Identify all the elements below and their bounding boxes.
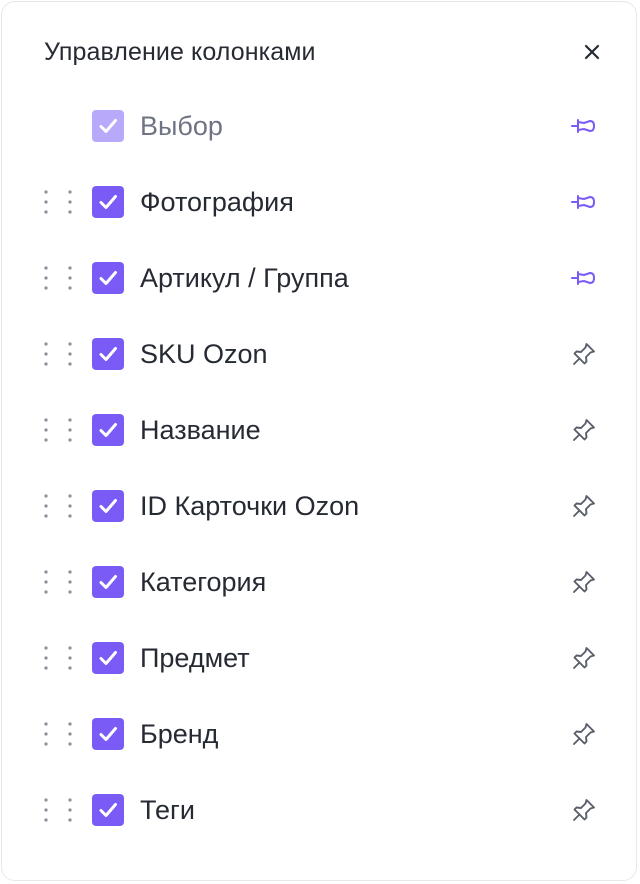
column-row: Предмет: [2, 620, 636, 696]
column-label: Выбор: [140, 111, 223, 141]
check-icon: [99, 575, 117, 589]
drag-handle-icon[interactable]: [40, 188, 80, 216]
column-row: Бренд: [2, 696, 636, 772]
drag-handle-icon[interactable]: [40, 568, 80, 596]
panel-title: Управление колонками: [44, 37, 316, 66]
column-checkbox[interactable]: [92, 338, 124, 370]
drag-handle-icon[interactable]: [40, 796, 80, 824]
column-row: Название: [2, 392, 636, 468]
column-label: Фотография: [140, 187, 294, 217]
column-row: SKU Ozon: [2, 316, 636, 392]
column-list: Выбор Фотография Артикул / Группа SKU Oz…: [2, 88, 636, 848]
column-checkbox[interactable]: [92, 186, 124, 218]
column-manager-panel: Управление колонками Выбор Фотография Ар…: [1, 1, 637, 881]
check-icon: [99, 119, 117, 133]
column-row: Теги: [2, 772, 636, 848]
pin-button[interactable]: [570, 416, 598, 444]
pin-icon: [573, 799, 595, 821]
column-checkbox[interactable]: [92, 794, 124, 826]
pin-active-icon: [571, 271, 595, 285]
check-icon: [99, 347, 117, 361]
pin-button[interactable]: [570, 568, 598, 596]
pin-icon: [573, 647, 595, 669]
pin-button[interactable]: [570, 796, 598, 824]
column-checkbox[interactable]: [92, 490, 124, 522]
pin-icon: [573, 495, 595, 517]
column-row: Выбор: [2, 88, 636, 164]
column-label: Категория: [140, 567, 267, 597]
pin-icon: [573, 419, 595, 441]
drag-handle-icon[interactable]: [40, 340, 80, 368]
pin-button[interactable]: [570, 264, 598, 292]
check-icon: [99, 423, 117, 437]
pin-active-icon: [571, 195, 595, 209]
pin-button[interactable]: [570, 112, 598, 140]
check-icon: [99, 727, 117, 741]
pin-button[interactable]: [570, 720, 598, 748]
check-icon: [99, 651, 117, 665]
column-label: Бренд: [140, 719, 219, 749]
column-label: ID Карточки Ozon: [140, 491, 360, 521]
column-row: ID Карточки Ozon: [2, 468, 636, 544]
pin-button[interactable]: [570, 492, 598, 520]
column-row: Категория: [2, 544, 636, 620]
close-icon: [584, 44, 600, 60]
check-icon: [99, 271, 117, 285]
pin-icon: [573, 723, 595, 745]
column-checkbox[interactable]: [92, 262, 124, 294]
drag-handle-icon[interactable]: [40, 264, 80, 292]
pin-active-icon: [571, 119, 595, 133]
check-icon: [99, 803, 117, 817]
drag-handle-icon[interactable]: [40, 720, 80, 748]
pin-button[interactable]: [570, 644, 598, 672]
drag-handle-icon[interactable]: [40, 644, 80, 672]
column-checkbox[interactable]: [92, 566, 124, 598]
column-checkbox[interactable]: [92, 718, 124, 750]
column-checkbox[interactable]: [92, 642, 124, 674]
panel-header: Управление колонками: [44, 32, 600, 72]
column-row: Фотография: [2, 164, 636, 240]
drag-handle-icon[interactable]: [40, 492, 80, 520]
drag-handle-icon[interactable]: [40, 416, 80, 444]
column-row: Артикул / Группа: [2, 240, 636, 316]
column-label: Теги: [140, 795, 195, 825]
check-icon: [99, 195, 117, 209]
pin-button[interactable]: [570, 340, 598, 368]
column-label: SKU Ozon: [140, 339, 268, 369]
check-icon: [99, 499, 117, 513]
close-button[interactable]: [578, 38, 606, 66]
column-label: Артикул / Группа: [140, 263, 349, 293]
column-checkbox: [92, 110, 124, 142]
pin-icon: [573, 571, 595, 593]
column-label: Предмет: [140, 643, 250, 673]
column-checkbox[interactable]: [92, 414, 124, 446]
pin-button[interactable]: [570, 188, 598, 216]
pin-icon: [573, 343, 595, 365]
column-label: Название: [140, 415, 261, 445]
